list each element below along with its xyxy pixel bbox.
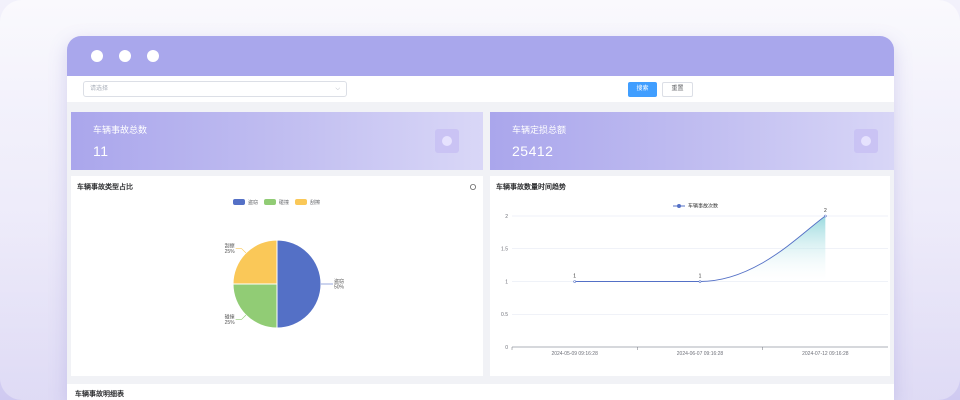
browser-window: 请选择 ⌵ 搜索 重置 车辆事故总数 11 车辆定损总额 25412 车辆事故类… — [67, 36, 894, 400]
table-title: 车辆事故明细表 — [75, 391, 124, 398]
filter-bar: 请选择 ⌵ 搜索 重置 — [67, 76, 894, 102]
y-tick-label: 1.5 — [501, 247, 508, 253]
x-tick-label: 2024-07-12 09:16:28 — [802, 351, 849, 357]
pie-chart-panel: 车辆事故类型占比 盗窃 碰撞 刮擦 盗窃 50% 碰撞 25% 刮擦 25% — [71, 176, 483, 376]
stat-icon — [854, 129, 878, 153]
stat-value: 25412 — [512, 143, 554, 159]
legend-swatch[interactable] — [295, 199, 307, 205]
stat-card-damage-total: 车辆定损总额 25412 — [490, 112, 894, 170]
legend-swatch[interactable] — [264, 199, 276, 205]
detail-table-panel: 车辆事故明细表 — [67, 384, 894, 400]
data-point — [573, 280, 576, 283]
pie-data-label: 碰撞 — [225, 313, 235, 320]
type-select[interactable]: 请选择 ⌵ — [83, 81, 347, 97]
stat-label: 车辆事故总数 — [93, 125, 148, 135]
panel-title: 车辆事故类型占比 — [77, 184, 133, 191]
pie-slice — [232, 283, 278, 329]
x-tick-label: 2024-05-09 09:16:28 — [551, 351, 598, 357]
y-tick-label: 2 — [505, 214, 508, 220]
line-chart-panel: 车辆事故数量时间趋势 0 0.5 1 1.5 2 2024-05-09 09:16:28 2… — [490, 176, 890, 376]
stat-icon — [435, 129, 459, 153]
window-titlebar — [67, 36, 894, 76]
pie-chart: 盗窃50%碰撞25%刮擦25% — [225, 239, 345, 329]
pie-data-label: 刮擦 — [225, 243, 235, 250]
y-tick-label: 1 — [505, 279, 508, 285]
window-dot-icon — [91, 50, 103, 62]
pie-data-label: 25% — [225, 249, 236, 255]
refresh-icon[interactable] — [469, 183, 477, 191]
data-label: 1 — [699, 274, 702, 280]
legend-swatch[interactable] — [233, 199, 245, 205]
pie-data-label: 盗窃 — [334, 278, 344, 285]
x-tick-label: 2024-06-07 09:16:28 — [677, 351, 724, 357]
y-tick-label: 0.5 — [501, 312, 508, 318]
chevron-down-icon: ⌵ — [335, 86, 340, 92]
stat-label: 车辆定损总额 — [512, 125, 567, 135]
data-label: 1 — [573, 274, 576, 280]
window-dot-icon — [119, 50, 131, 62]
pie-data-label: 50% — [334, 285, 345, 291]
legend-marker — [677, 204, 681, 208]
legend-label: 刮擦 — [310, 199, 321, 206]
window-dot-icon — [147, 50, 159, 62]
data-point — [824, 214, 827, 218]
legend-label: 盗窃 — [248, 199, 259, 206]
reset-button[interactable]: 重置 — [662, 82, 693, 97]
select-placeholder: 请选择 — [90, 86, 109, 92]
line-chart: 0 0.5 1 1.5 2 2024-05-09 09:16:28 2024-06-07 0… — [501, 203, 888, 357]
pie-slice — [232, 239, 278, 285]
pie-label-line — [235, 248, 247, 254]
stat-card-accident-count: 车辆事故总数 11 — [71, 112, 483, 170]
legend-label: 碰撞 — [279, 199, 290, 206]
legend-label: 车辆事故次数 — [688, 203, 718, 210]
data-label: 2 — [824, 208, 827, 214]
search-button[interactable]: 搜索 — [628, 82, 657, 97]
pie-label-line — [235, 314, 247, 320]
pie-slice — [276, 239, 322, 329]
y-tick-label: 0 — [505, 345, 508, 351]
data-point — [698, 280, 702, 283]
pie-data-label: 25% — [225, 320, 236, 326]
stat-value: 11 — [93, 143, 109, 159]
